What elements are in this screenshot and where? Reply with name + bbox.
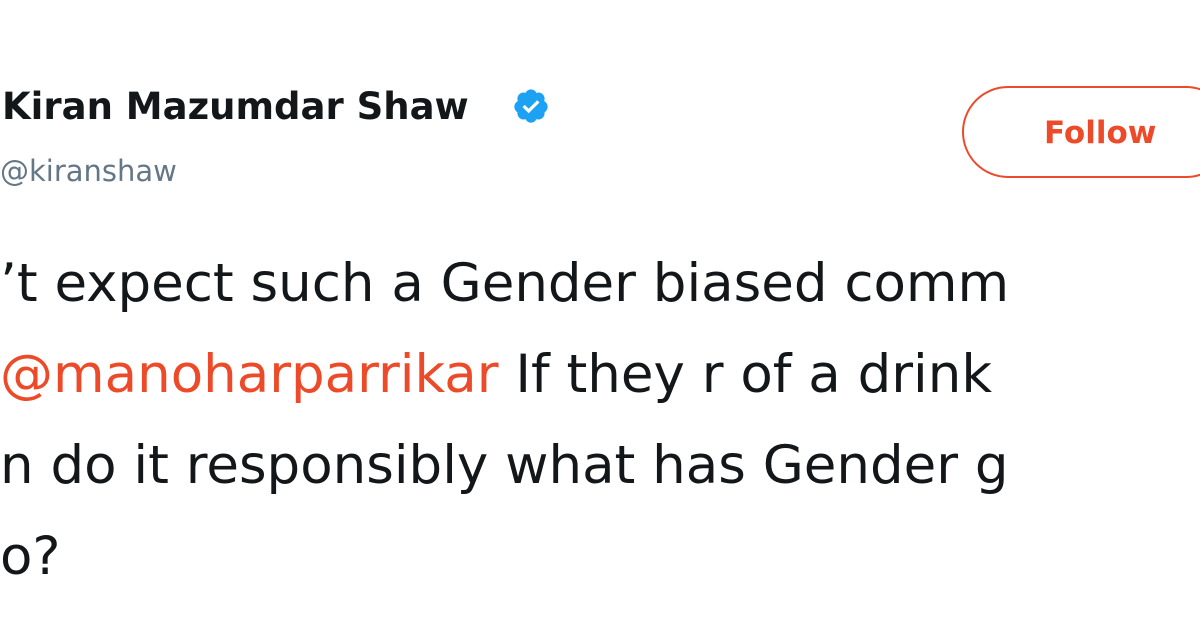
tweet-text-line-2: @manoharparrikar If they r of a drink <box>0 341 992 409</box>
tweet-card: Kiran Mazumdar Shaw @kiranshaw Follow ’t… <box>0 0 1200 630</box>
tweet-text-line-4: o? <box>0 526 61 587</box>
verified-badge-icon <box>514 89 548 123</box>
tweet-text-line-1: ’t expect such a Gender biased comm <box>0 253 1010 314</box>
follow-button[interactable]: Follow <box>962 86 1200 178</box>
tweet-text-line-3: n do it responsibly what has Gender g <box>0 435 1009 496</box>
mention-link[interactable]: @manoharparrikar <box>0 344 499 405</box>
follow-button-label: Follow <box>1044 115 1157 151</box>
tweet-text-line-2-rest: If they r of a drink <box>498 344 993 405</box>
author-name[interactable]: Kiran Mazumdar Shaw <box>2 82 469 132</box>
author-handle[interactable]: @kiranshaw <box>0 152 177 190</box>
